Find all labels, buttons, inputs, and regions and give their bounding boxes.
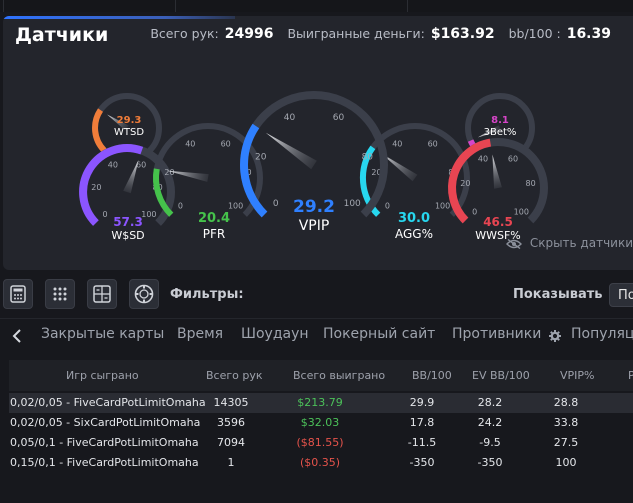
cell-won: ($81.55) bbox=[296, 436, 344, 449]
calculator-grid-icon bbox=[93, 285, 111, 303]
show-label: Показывать bbox=[513, 287, 603, 302]
cell-won: ($0.35) bbox=[299, 456, 341, 469]
gauge-tick-label: 0 bbox=[385, 202, 390, 211]
tab-opponents[interactable]: Противники bbox=[452, 326, 541, 342]
cell-bb100: 29.9 bbox=[409, 396, 435, 409]
col-ev-bb100[interactable]: EV BB/100 bbox=[472, 369, 530, 382]
grid-dots-icon bbox=[53, 287, 67, 301]
gauge-tick-label: 0 bbox=[103, 210, 108, 219]
cell-bb100: -350 bbox=[409, 456, 435, 469]
gauge-label: AGG% bbox=[395, 227, 433, 241]
grid-view-button[interactable] bbox=[45, 279, 75, 309]
tab-showdown[interactable]: Шоудаун bbox=[241, 326, 309, 342]
gauge-wtsd: 29.3WTSD bbox=[92, 93, 162, 153]
gauge-tick-label: 60 bbox=[136, 160, 146, 169]
gauge-value: 46.5 bbox=[483, 215, 513, 229]
cell-hands: 1 bbox=[227, 456, 235, 469]
cell-evbb: 24.2 bbox=[477, 416, 503, 429]
gauge-tick-label: 100 bbox=[435, 202, 450, 211]
filters-label: Фильтры: bbox=[170, 287, 244, 302]
gauge-label: W$SD bbox=[111, 229, 144, 242]
cell-game: 0,05/0,1 - FiveCardPotLimitOmaha bbox=[10, 436, 199, 449]
cell-won: $213.79 bbox=[297, 396, 343, 409]
gauge-fill bbox=[92, 108, 107, 153]
cell-vpip: 28.8 bbox=[553, 396, 579, 409]
cell-game: 0,15/0,1 - FiveCardPotLimitOmaha bbox=[10, 456, 199, 469]
gauge-tick-label: 80 bbox=[362, 153, 374, 163]
calc-grid-button[interactable] bbox=[87, 279, 117, 309]
cell-game: 0,02/0,05 - SixCardPotLimitOmaha bbox=[10, 416, 201, 429]
tab-population[interactable]: Популяция bbox=[571, 326, 633, 342]
cell-won: $32.03 bbox=[300, 416, 340, 429]
gauge-tick-label: 20 bbox=[255, 153, 267, 163]
gauge-label: VPIP bbox=[299, 218, 330, 234]
gauge-needle bbox=[265, 132, 317, 170]
tab-poker-site[interactable]: Покерный сайт bbox=[323, 326, 435, 342]
gauge-tick-label: 0 bbox=[472, 207, 477, 216]
gauge-tick-label: 40 bbox=[284, 113, 296, 123]
gear-icon[interactable] bbox=[549, 330, 561, 342]
gauge-tick-label: 0 bbox=[178, 202, 183, 211]
cell-vpip: 27.5 bbox=[553, 436, 579, 449]
gauge-tick-label: 40 bbox=[478, 155, 488, 164]
calculator-button[interactable] bbox=[3, 279, 33, 309]
cell-vpip: 100 bbox=[555, 456, 577, 469]
col-bb100[interactable]: BB/100 bbox=[412, 369, 452, 382]
cell-game: 0,02/0,05 - FiveCardPotLimitOmaha bbox=[10, 396, 206, 409]
gauge-tick-label: 0 bbox=[273, 199, 279, 209]
gauge-label: WTSD bbox=[114, 127, 144, 138]
gauge-needle bbox=[123, 160, 139, 194]
col-vpip[interactable]: VPIP% bbox=[560, 369, 595, 382]
cell-bb100: 17.8 bbox=[409, 416, 435, 429]
cell-hands: 3596 bbox=[217, 416, 245, 429]
cell-hands: 14305 bbox=[213, 396, 249, 409]
gauge-tick-label: 60 bbox=[333, 113, 345, 123]
col-pfr[interactable]: P bbox=[628, 369, 633, 382]
gauge-tick-label: 20 bbox=[91, 183, 101, 192]
gauge-tick-label: 80 bbox=[526, 179, 536, 188]
gauge-tick-label: 100 bbox=[141, 210, 156, 219]
gauge-tick-label: 60 bbox=[508, 155, 518, 164]
poker-chip-icon bbox=[134, 284, 154, 304]
chevron-left-icon[interactable] bbox=[12, 329, 22, 343]
gauge-value: 20.4 bbox=[198, 211, 230, 226]
cell-evbb: -350 bbox=[477, 456, 503, 469]
tab-hole-cards[interactable]: Закрытые карты bbox=[41, 326, 164, 342]
gauge-label: 3Bet% bbox=[484, 127, 517, 138]
gauges-area: 29.3WTSD8.13Bet%02040 608010057.3W$SD0204… bbox=[79, 91, 548, 242]
eye-off-icon bbox=[505, 238, 522, 249]
hide-sensors-label: Скрыть датчики bbox=[529, 236, 633, 250]
tab-time[interactable]: Время bbox=[177, 326, 223, 342]
gauge-tick-label: 20 bbox=[164, 168, 174, 177]
gauge-tick-label: 20 bbox=[460, 179, 470, 188]
gauge-value: 57.3 bbox=[113, 215, 143, 229]
gauge-tick-label: 100 bbox=[514, 207, 529, 216]
gauge-value: 30.0 bbox=[398, 211, 430, 226]
cell-hands: 7094 bbox=[217, 436, 245, 449]
cell-vpip: 33.8 bbox=[553, 416, 579, 429]
calculator-icon bbox=[10, 285, 26, 303]
show-select[interactable]: По bbox=[609, 283, 633, 307]
col-hands[interactable]: Всего рук bbox=[206, 369, 263, 382]
cell-evbb: 28.2 bbox=[477, 396, 503, 409]
gauge-needle bbox=[492, 154, 502, 189]
gauge-tick-label: 60 bbox=[428, 139, 438, 148]
gauge-label: PFR bbox=[203, 227, 225, 241]
col-games[interactable]: Игр сыграно bbox=[66, 369, 139, 382]
gauge-tick-label: 40 bbox=[108, 160, 118, 169]
cell-evbb: -9.5 bbox=[479, 436, 501, 449]
gauge-tick-label: 100 bbox=[228, 202, 243, 211]
gauge-tick-label: 60 bbox=[221, 139, 231, 148]
gauge-value: 29.2 bbox=[293, 197, 335, 217]
col-won[interactable]: Всего выиграно bbox=[293, 369, 385, 382]
cell-bb100: -11.5 bbox=[407, 436, 437, 449]
gauge-tick-label: 40 bbox=[185, 139, 195, 148]
gauge-value: 29.3 bbox=[117, 115, 142, 126]
gauge-tick-label: 40 bbox=[392, 139, 402, 148]
hide-sensors-toggle[interactable]: Скрыть датчики bbox=[505, 236, 633, 250]
gauge-value: 8.1 bbox=[491, 115, 509, 126]
gauge-tick-label: 100 bbox=[344, 199, 361, 209]
poker-chip-button[interactable] bbox=[129, 279, 159, 309]
